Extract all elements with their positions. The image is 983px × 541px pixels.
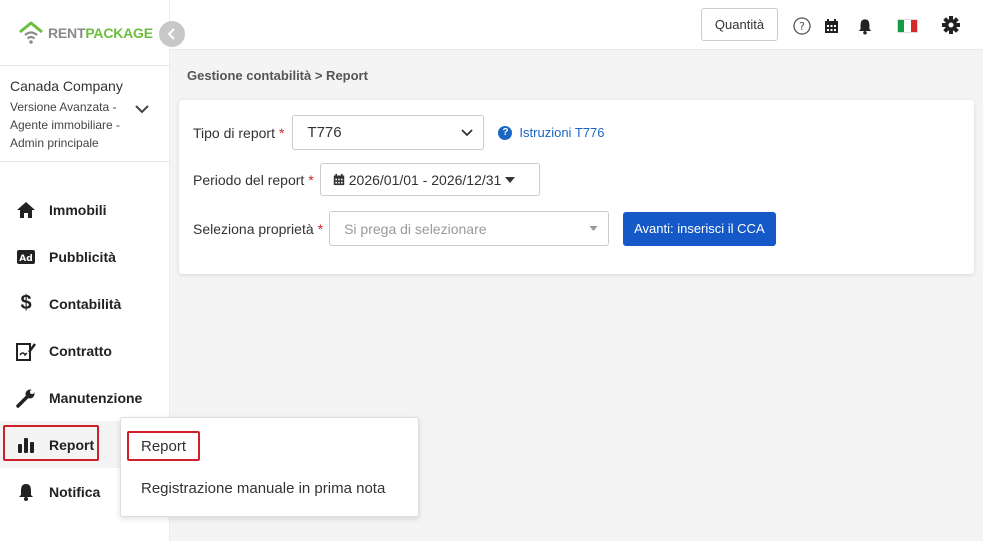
- required-mark: *: [317, 220, 324, 237]
- sidebar-item-immobili[interactable]: Immobili: [0, 186, 169, 233]
- report-type-label: Tipo di report: [193, 124, 275, 141]
- wrench-icon: [15, 387, 37, 409]
- instructions-link[interactable]: ? Istruzioni T776: [498, 125, 604, 140]
- property-row: Seleziona proprietà * Si prega di selezi…: [193, 211, 776, 246]
- company-subtitle: Versione Avanzata - Agente immobiliare -…: [10, 100, 121, 150]
- period-date-range-picker[interactable]: 2026/01/01 - 2026/12/31: [319, 163, 540, 196]
- gear-icon[interactable]: [941, 15, 961, 35]
- sidebar-item-label: Pubblicità: [49, 248, 116, 265]
- period-label: Periodo del report: [193, 171, 305, 188]
- sidebar-item-manutenzione[interactable]: Manutenzione: [0, 374, 169, 421]
- sidebar-item-pubblicita[interactable]: Ad Pubblicità: [0, 233, 169, 280]
- report-type-value: T776: [307, 124, 342, 141]
- period-row: Periodo del report * 2026/01/01 - 2026/1…: [193, 163, 540, 196]
- house-wifi-logo-icon: [19, 21, 43, 44]
- breadcrumb: Gestione contabilità > Report: [187, 68, 368, 83]
- calendar-icon[interactable]: [821, 16, 841, 36]
- chevron-down-icon: [461, 128, 474, 136]
- chevron-down-icon[interactable]: [135, 104, 149, 114]
- svg-text:Ad: Ad: [19, 254, 32, 264]
- sidebar-item-label: Manutenzione: [49, 389, 143, 406]
- property-placeholder: Si prega di selezionare: [344, 220, 487, 237]
- submenu-report-highlight-box: [127, 431, 200, 461]
- sidebar-collapse-button[interactable]: [159, 21, 185, 47]
- topbar: Quantità ?: [170, 0, 983, 50]
- bell-icon: [15, 481, 37, 503]
- sidebar-item-label: Immobili: [49, 201, 107, 218]
- property-label: Seleziona proprietà: [193, 220, 314, 237]
- chevron-left-icon: [167, 28, 175, 40]
- ad-icon: Ad: [15, 246, 37, 268]
- sidebar-item-label: Contratto: [49, 342, 112, 359]
- required-mark: *: [308, 171, 314, 188]
- sidebar-item-label: Contabilità: [49, 295, 122, 312]
- next-button[interactable]: Avanti: inserisci il CCA: [623, 211, 776, 246]
- instructions-link-label: Istruzioni T776: [519, 125, 605, 140]
- caret-down-icon: [505, 176, 516, 183]
- italy-flag-icon[interactable]: [896, 16, 918, 36]
- required-mark: *: [278, 124, 285, 141]
- period-value: 2026/01/01 - 2026/12/31: [348, 171, 502, 188]
- home-icon: [15, 199, 37, 221]
- submenu-item-manual-entry[interactable]: Registrazione manuale in prima nota: [141, 480, 385, 497]
- help-icon[interactable]: ?: [792, 16, 812, 36]
- report-form-card: Tipo di report * T776 ? Istruzioni T776 …: [179, 100, 974, 274]
- logo[interactable]: RENTPACKAGE: [0, 0, 169, 66]
- brand-name: RENTPACKAGE: [48, 24, 153, 41]
- quantity-button[interactable]: Quantità: [701, 8, 778, 41]
- question-circle-icon: ?: [498, 125, 513, 140]
- contract-icon: [15, 340, 37, 362]
- svg-text:?: ?: [799, 20, 805, 33]
- calendar-icon: [333, 173, 344, 186]
- company-name: Canada Company: [10, 78, 123, 94]
- company-selector[interactable]: Canada Company Versione Avanzata - Agent…: [0, 66, 169, 162]
- sidebar-item-contratto[interactable]: Contratto: [0, 327, 169, 374]
- report-type-select[interactable]: T776: [292, 115, 485, 150]
- caret-down-icon: [589, 226, 598, 231]
- report-type-row: Tipo di report * T776 ? Istruzioni T776: [193, 115, 604, 150]
- property-select[interactable]: Si prega di selezionare: [329, 211, 610, 246]
- dollar-icon: $: [20, 292, 32, 314]
- report-highlight-box: [3, 425, 99, 461]
- sidebar-item-contabilita[interactable]: $ Contabilità: [0, 280, 169, 327]
- sidebar-item-label: Notifica: [49, 483, 101, 500]
- bell-icon[interactable]: [855, 16, 875, 36]
